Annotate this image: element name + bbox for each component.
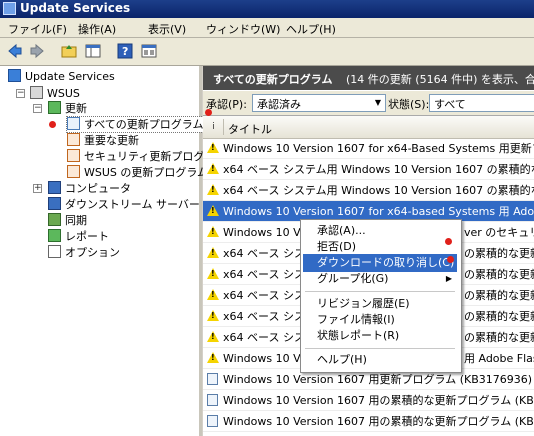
warning-icon — [207, 289, 220, 301]
updates-list-icon — [67, 117, 80, 130]
warning-icon — [207, 142, 220, 154]
warning-icon — [207, 352, 220, 364]
warning-icon — [207, 268, 220, 280]
menu-separator — [305, 348, 455, 349]
tree-item-wsus[interactable]: WSUS — [30, 86, 80, 101]
filter-bar: 承認(P): 承認済み ▼ 状態(S): すべて — [203, 91, 534, 116]
menu-action[interactable]: 操作(A) — [78, 21, 116, 37]
updates-folder-icon — [48, 101, 61, 114]
table-row[interactable]: x64 ベース システム用 Windows 10 Version 1607 の累… — [203, 180, 534, 201]
updates-list-icon — [67, 133, 80, 146]
menu-item-group-by[interactable]: グループ化(G) ▶ — [303, 270, 457, 288]
reports-icon — [48, 229, 61, 242]
svg-text:?: ? — [122, 45, 128, 58]
properties-icon[interactable] — [140, 42, 158, 60]
document-icon — [207, 394, 220, 406]
tree-item-updates[interactable]: 更新 — [48, 101, 87, 116]
pane-count: (14 件の更新 (5164 件中) を表示、合 — [346, 73, 534, 86]
menu-item-status-report[interactable]: 状態レポート(R) — [303, 327, 457, 345]
annotation-dot — [49, 121, 56, 128]
warning-icon — [207, 184, 220, 196]
window-title: Update Services — [20, 1, 131, 15]
document-icon — [207, 415, 220, 427]
pane-title: すべての更新プログラム — [213, 73, 333, 86]
forward-icon[interactable] — [28, 42, 46, 60]
submenu-arrow-icon: ▶ — [445, 274, 452, 283]
column-header: i タイトル — [203, 116, 534, 139]
tree-item-downstream-servers[interactable]: ダウンストリーム サーバー — [48, 197, 200, 212]
tree-item-reports[interactable]: レポート — [48, 229, 109, 244]
options-icon — [48, 245, 61, 258]
table-row[interactable]: Windows 10 Version 1607 for x64-Based Sy… — [203, 138, 534, 159]
status-select[interactable]: すべて — [429, 94, 534, 112]
updates-list-icon — [67, 149, 80, 162]
expand-toggle-computers[interactable]: + — [33, 184, 42, 193]
annotation-dot — [445, 238, 452, 245]
context-menu: 承認(A)... 拒否(D) ダウンロードの取り消し(C) グループ化(G) ▶ … — [300, 219, 462, 373]
warning-icon — [207, 226, 220, 238]
collapse-toggle-wsus[interactable]: − — [16, 89, 25, 98]
menu-view[interactable]: 表示(V) — [148, 21, 186, 37]
menu-item-help[interactable]: ヘルプ(H) — [303, 351, 457, 369]
warning-icon — [207, 205, 220, 217]
approval-select[interactable]: 承認済み ▼ — [252, 94, 386, 112]
tree-item-security-updates[interactable]: セキュリティ更新プログラ — [67, 149, 215, 164]
up-folder-icon[interactable] — [60, 42, 78, 60]
title-bar: Update Services — [0, 0, 534, 18]
menu-window[interactable]: ウィンドウ(W) — [206, 21, 280, 37]
table-row[interactable]: x64 ベース システム用 Windows 10 Version 1607 の累… — [203, 159, 534, 180]
column-divider[interactable] — [223, 119, 224, 135]
downstream-servers-icon — [48, 197, 61, 210]
tree-item-synchronizations[interactable]: 同期 — [48, 213, 87, 228]
sync-icon — [48, 213, 61, 226]
document-icon — [207, 373, 220, 385]
warning-icon — [207, 163, 220, 175]
help-icon[interactable]: ? — [116, 42, 134, 60]
warning-icon — [207, 331, 220, 343]
server-icon — [30, 86, 43, 99]
annotation-dot — [205, 109, 212, 116]
back-icon[interactable] — [6, 42, 24, 60]
tree-item-wsus-updates[interactable]: WSUS の更新プログラム — [67, 165, 208, 180]
menu-bar: ファイル(F) 操作(A) 表示(V) ウィンドウ(W) ヘルプ(H) — [0, 18, 534, 38]
approval-label: 承認(P): — [206, 98, 247, 111]
show-hide-tree-icon[interactable] — [84, 42, 102, 60]
chevron-down-icon: ▼ — [374, 98, 382, 107]
tree-item-computers[interactable]: コンピュータ — [48, 181, 131, 196]
menu-file[interactable]: ファイル(F) — [8, 21, 67, 37]
title-column-header[interactable]: タイトル — [228, 121, 272, 137]
tree-item-critical-updates[interactable]: 重要な更新 — [67, 133, 139, 148]
tree-root-update-services[interactable]: Update Services — [8, 69, 115, 84]
menu-help[interactable]: ヘルプ(H) — [286, 21, 336, 37]
toolbar: ? — [0, 38, 534, 66]
status-label: 状態(S): — [388, 98, 430, 111]
computers-icon — [48, 181, 61, 194]
update-services-icon — [8, 69, 21, 82]
warning-icon — [207, 310, 220, 322]
updates-list-icon — [67, 165, 80, 178]
pane-header: すべての更新プログラム (14 件の更新 (5164 件中) を表示、合 — [203, 66, 534, 90]
tree-item-all-updates[interactable]: すべての更新プログラム — [65, 116, 205, 133]
app-icon — [3, 2, 16, 15]
table-row[interactable]: Windows 10 Version 1607 用の累積的な更新プログラム (K… — [203, 390, 534, 411]
tree-item-options[interactable]: オプション — [48, 245, 120, 260]
info-column-header[interactable]: i — [207, 121, 220, 133]
collapse-toggle-updates[interactable]: − — [33, 104, 42, 113]
annotation-dot — [447, 256, 454, 263]
menu-separator — [305, 291, 455, 292]
warning-icon — [207, 247, 220, 259]
table-row[interactable]: Windows 10 Version 1607 用の累積的な更新プログラム (K… — [203, 411, 534, 432]
